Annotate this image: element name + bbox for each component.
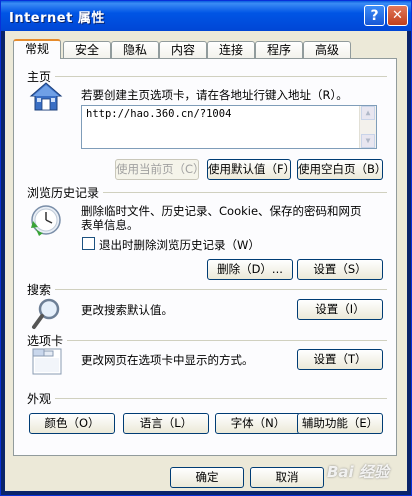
ok-button[interactable]: 确定 [170, 467, 244, 488]
home-page-url-value: http://hao.360.cn/?1004 [86, 108, 232, 120]
history-description-line2: 表单信息。 [81, 218, 139, 232]
tab-advanced[interactable]: 高级 [303, 41, 351, 58]
search-group-label: 搜索 [27, 283, 52, 297]
help-button[interactable]: ? [364, 5, 385, 26]
search-settings-button[interactable]: 设置（I） [297, 299, 383, 320]
tab-programs[interactable]: 程序 [255, 41, 303, 58]
scroll-down-icon[interactable]: ▼ [361, 134, 375, 148]
tabs-settings-button[interactable]: 设置（T） [297, 349, 383, 370]
home-description: 若要创建主页选项卡，请在各地址行键入地址（R）。 [81, 88, 348, 102]
history-group-label: 浏览历史记录 [27, 186, 100, 200]
close-button[interactable]: ✕ [387, 5, 408, 26]
delete-history-button[interactable]: 删除（D）... [207, 259, 293, 280]
cancel-button[interactable]: 取消 [250, 467, 324, 488]
divider [103, 192, 387, 193]
tab-connections[interactable]: 连接 [207, 41, 255, 58]
tabbed-window-icon [31, 345, 63, 380]
home-icon [29, 81, 63, 116]
divider [55, 289, 387, 290]
use-default-button[interactable]: 使用默认值（F） [207, 159, 295, 180]
tab-security[interactable]: 安全 [63, 41, 111, 58]
use-blank-button[interactable]: 使用空白页（B） [297, 159, 386, 180]
magnifier-icon [31, 297, 63, 334]
languages-button[interactable]: 语言（L） [123, 413, 209, 434]
search-description: 更改搜索默认值。 [81, 303, 173, 317]
use-current-button[interactable]: 使用当前页（C） [115, 159, 205, 180]
title-bar[interactable]: Internet 属性 ? ✕ [1, 1, 411, 31]
colors-button[interactable]: 颜色（O） [29, 413, 115, 434]
divider [55, 398, 387, 399]
tab-privacy[interactable]: 隐私 [111, 41, 159, 58]
history-settings-button[interactable]: 设置（S） [297, 259, 383, 280]
home-page-url-input[interactable]: http://hao.360.cn/?1004 ▲ ▼ [81, 105, 377, 149]
window-title: Internet 属性 [9, 11, 105, 26]
divider [55, 76, 387, 77]
appearance-group-label: 外观 [27, 392, 52, 406]
scroll-up-icon[interactable]: ▲ [361, 106, 375, 120]
tab-content[interactable]: 内容 [159, 41, 207, 58]
history-clock-icon [29, 203, 63, 240]
fonts-button[interactable]: 字体（N） [215, 413, 301, 434]
delete-on-exit-label[interactable]: 退出时删除浏览历史记录（W） [99, 237, 260, 253]
baidu-watermark: Bai 经验 [327, 463, 389, 481]
dialog-body: 常规 安全 隐私 内容 连接 程序 高级 主页 若要创建主页选项卡，请在各地址行… [5, 31, 407, 491]
tab-general[interactable]: 常规 [13, 39, 61, 59]
internet-options-dialog: Internet 属性 ? ✕ 常规 安全 隐私 内容 连接 程序 高级 主页 [0, 0, 412, 496]
url-scrollbar[interactable]: ▲ ▼ [359, 106, 376, 148]
accessibility-button[interactable]: 辅助功能（E） [297, 413, 383, 434]
tabs-description: 更改网页在选项卡中显示的方式。 [81, 353, 254, 367]
divider [67, 340, 387, 341]
delete-on-exit-checkbox[interactable] [82, 237, 95, 250]
